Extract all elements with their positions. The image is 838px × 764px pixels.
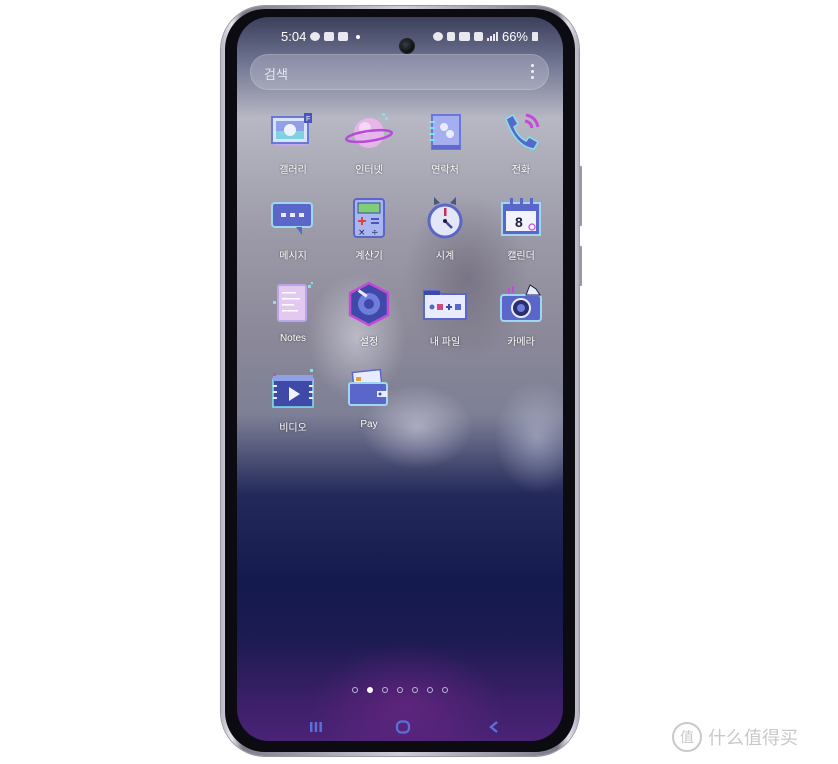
calendar-date: 8 (515, 214, 523, 230)
back-icon (489, 721, 498, 733)
app-label: 갤러리 (279, 165, 307, 176)
page-dot[interactable] (382, 687, 388, 693)
video-icon (272, 369, 314, 408)
page-dot[interactable] (352, 687, 358, 693)
watermark: 值 什么值得买 (672, 722, 798, 752)
app-my-files[interactable]: 내 파일 (407, 279, 483, 348)
wallet-icon (348, 368, 388, 406)
battery-icon (532, 32, 538, 41)
app-label: 내 파일 (429, 337, 461, 348)
app-label: 캘린더 (507, 251, 535, 262)
chat-notification-icon (310, 32, 321, 41)
app-label: 설정 (359, 337, 379, 348)
phone-icon (505, 113, 540, 150)
page-dot[interactable] (412, 687, 418, 693)
app-label: 메시지 (279, 251, 307, 262)
calendar-icon: 8 (501, 198, 541, 236)
app-clock[interactable]: 시계 (407, 193, 483, 262)
mute-icon (446, 32, 455, 41)
settings-gear-icon (348, 281, 390, 327)
message-bubble-icon (271, 202, 313, 235)
app-phone[interactable]: 전화 (483, 107, 559, 176)
app-search-bar[interactable]: 검색 (250, 54, 549, 90)
app-label: 연락처 (431, 165, 459, 176)
gallery-icon: F (271, 113, 312, 146)
app-messages[interactable]: 메시지 (255, 193, 331, 262)
app-notes[interactable]: Notes (255, 279, 331, 347)
app-label: 전화 (511, 165, 531, 176)
app-grid: F 갤러리 인터넷 연락처 전화 메시지 × ÷ 계산기 시계 8 캘린더 No… (255, 107, 559, 434)
home-screen: 5:04 66% 검색 F 갤러리 인터넷 연락처 전화 메시지 × ÷ 계산기… (237, 17, 563, 741)
app-gallery[interactable]: F 갤러리 (255, 107, 331, 176)
app-calculator[interactable]: × ÷ 계산기 (331, 193, 407, 262)
page-dot[interactable] (442, 687, 448, 693)
5g-icon (473, 32, 483, 41)
app-label: 인터넷 (355, 165, 383, 176)
internet-planet-icon (344, 113, 394, 148)
back-button[interactable] (483, 717, 505, 737)
recents-icon (310, 722, 322, 732)
phone-frame: 5:04 66% 검색 F 갤러리 인터넷 연락처 전화 메시지 × ÷ 계산기… (221, 6, 582, 756)
hd-voice-icon (458, 32, 470, 41)
app-video[interactable]: 비디오 (255, 365, 331, 434)
recents-button[interactable] (305, 717, 327, 737)
my-files-folder-icon (423, 290, 467, 320)
power-key (579, 246, 582, 286)
search-placeholder: 검색 (264, 68, 288, 83)
home-button[interactable] (392, 717, 414, 737)
status-bar: 5:04 66% (237, 27, 563, 53)
app-label: 카메라 (507, 337, 535, 348)
photo-notification-icon (338, 32, 349, 41)
app-label: Pay (360, 419, 378, 430)
clock-icon (427, 197, 463, 239)
calculator-icon: × ÷ (353, 198, 385, 238)
page-dot[interactable] (427, 687, 433, 693)
app-label: 비디오 (279, 423, 307, 434)
phone-bezel: 5:04 66% 검색 F 갤러리 인터넷 연락처 전화 메시지 × ÷ 계산기… (225, 9, 575, 752)
svg-text:÷: ÷ (371, 228, 379, 238)
app-internet[interactable]: 인터넷 (331, 107, 407, 176)
more-vertical-icon[interactable] (531, 64, 535, 79)
app-camera[interactable]: 카메라 (483, 279, 559, 348)
contacts-book-icon (429, 114, 461, 150)
app-label: Notes (279, 333, 307, 344)
signal-icon (486, 32, 498, 41)
battery-percent: 66% (501, 29, 528, 44)
app-contacts[interactable]: 연락처 (407, 107, 483, 176)
alarm-icon (432, 32, 443, 41)
status-time: 5:04 (281, 29, 307, 44)
front-camera (400, 39, 414, 53)
more-notifications-dot-icon (356, 34, 361, 39)
home-icon (395, 720, 411, 734)
page-dot[interactable] (397, 687, 403, 693)
app-label: 시계 (435, 251, 455, 262)
notes-icon (273, 282, 313, 322)
gallery-notification-icon (324, 32, 335, 41)
app-settings[interactable]: 설정 (331, 279, 407, 348)
app-label: 계산기 (355, 251, 383, 262)
svg-text:F: F (306, 116, 310, 123)
page-indicator (237, 687, 563, 693)
app-calendar[interactable]: 8 캘린더 (483, 193, 559, 262)
watermark-text: 什么值得买 (708, 728, 798, 749)
svg-text:×: × (358, 228, 366, 238)
watermark-badge: 值 (672, 722, 702, 752)
volume-key (579, 166, 582, 226)
page-dot-active[interactable] (367, 687, 373, 693)
app-pay[interactable]: Pay (331, 365, 407, 433)
camera-icon (500, 284, 542, 322)
navigation-bar (237, 713, 563, 741)
